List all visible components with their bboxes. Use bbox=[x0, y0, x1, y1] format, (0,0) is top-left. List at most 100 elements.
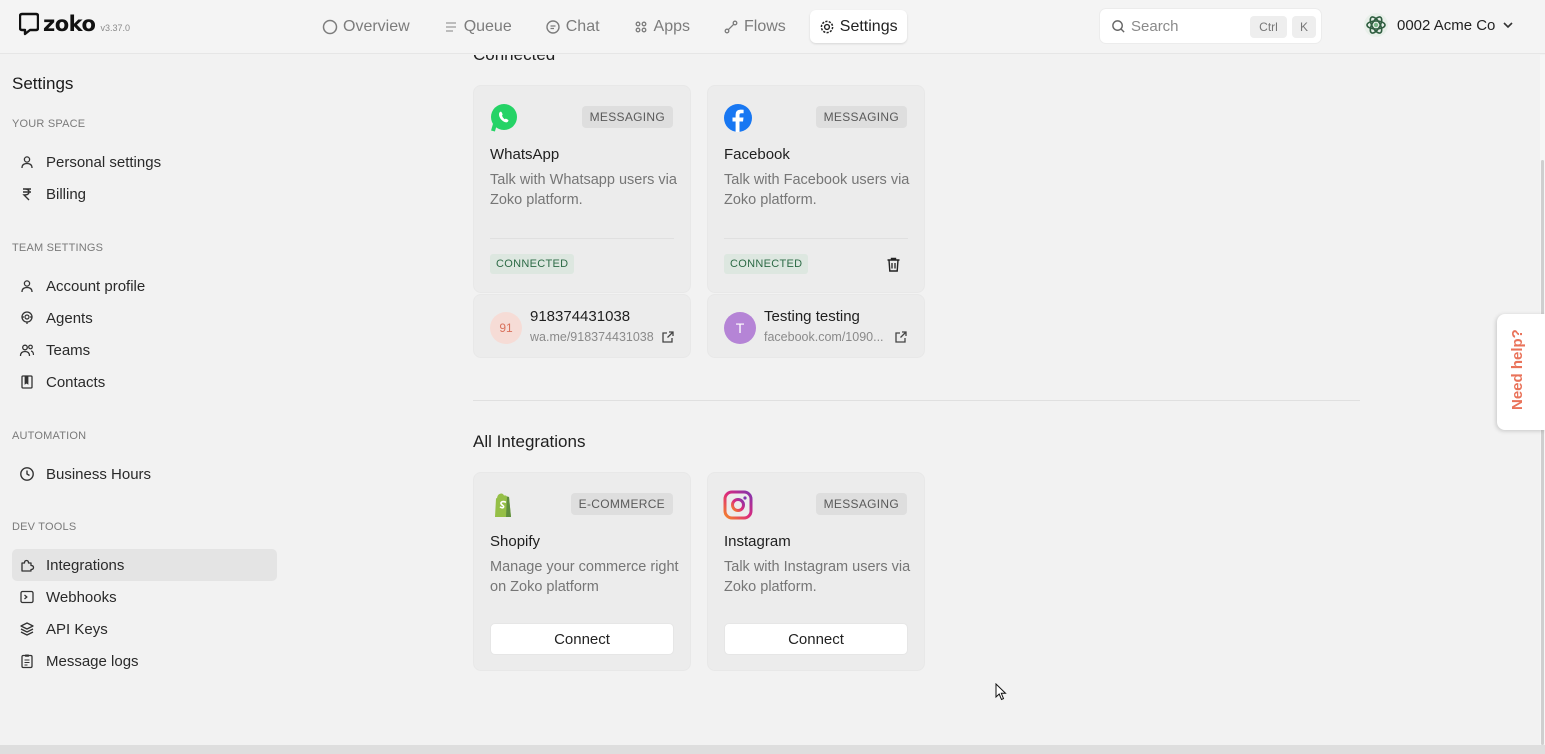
facebook-account-row[interactable]: T Testing testing facebook.com/1090... bbox=[707, 294, 925, 358]
integration-name: Facebook bbox=[724, 146, 790, 163]
sidebar-title: Settings bbox=[12, 74, 74, 93]
sidebar-item-label: API Keys bbox=[46, 620, 108, 638]
instagram-icon bbox=[723, 490, 753, 520]
sidebar-item-label: Agents bbox=[46, 309, 93, 327]
nav-queue[interactable]: Queue bbox=[434, 10, 521, 43]
account-link[interactable]: facebook.com/1090... bbox=[764, 330, 884, 344]
integration-description: Talk with Facebook users via Zoko platfo… bbox=[724, 172, 910, 208]
nav-overview[interactable]: Overview bbox=[313, 10, 419, 43]
user-icon bbox=[21, 280, 33, 293]
clock-icon bbox=[20, 467, 34, 481]
sidebar-item-personal-settings[interactable]: Personal settings bbox=[12, 146, 277, 178]
trash-icon[interactable] bbox=[885, 256, 902, 273]
rupee-icon bbox=[22, 188, 31, 201]
integration-description: Manage your commerce right on Zoko platf… bbox=[490, 559, 679, 595]
sidebar-item-label: Contacts bbox=[46, 373, 106, 391]
account-name: Testing testing bbox=[764, 308, 860, 325]
shopify-icon bbox=[495, 493, 511, 517]
gear-icon bbox=[820, 20, 834, 33]
facebook-card[interactable]: MESSAGING Facebook Talk with Facebook us… bbox=[707, 85, 925, 293]
sidebar-item-label: Integrations bbox=[46, 556, 125, 574]
sidebar-item-agents[interactable]: Agents bbox=[12, 302, 277, 334]
puzzle-icon bbox=[21, 559, 35, 572]
agent-icon bbox=[21, 311, 33, 324]
flows-icon bbox=[724, 20, 738, 33]
account-link[interactable]: wa.me/918374431038 bbox=[530, 330, 654, 344]
sidebar-item-account-profile[interactable]: Account profile bbox=[12, 270, 277, 302]
layers-icon bbox=[20, 622, 34, 636]
section-dev-tools: DEV TOOLS bbox=[12, 521, 77, 533]
mouse-cursor-icon bbox=[995, 683, 1007, 701]
nav-label: Queue bbox=[463, 17, 512, 35]
chevron-down-icon bbox=[1503, 22, 1513, 29]
bottom-scrollbar[interactable] bbox=[0, 745, 1545, 754]
external-link-icon[interactable] bbox=[894, 330, 908, 344]
sidebar-item-contacts[interactable]: Contacts bbox=[12, 366, 277, 398]
nav-label: Chat bbox=[565, 17, 600, 35]
queue-icon bbox=[445, 21, 456, 32]
card-divider bbox=[490, 238, 674, 239]
facebook-icon bbox=[724, 104, 752, 132]
main-nav: Overview Queue Chat Apps Flows Settings bbox=[313, 10, 922, 43]
nav-label: Overview bbox=[343, 17, 410, 35]
top-bar: zoko v3.37.0 Overview Queue Chat Apps Fl… bbox=[0, 0, 1545, 54]
search-input[interactable] bbox=[1131, 17, 1251, 35]
account-name: 0002 Acme Co bbox=[1397, 16, 1496, 34]
user-icon bbox=[21, 156, 33, 169]
search-box[interactable]: Ctrl K bbox=[1099, 8, 1322, 44]
nav-label: Apps bbox=[653, 17, 690, 35]
external-link-icon[interactable] bbox=[661, 330, 675, 344]
avatar: 91 bbox=[490, 312, 522, 344]
sidebar-item-label: Teams bbox=[46, 341, 91, 359]
scrollbar-thumb[interactable] bbox=[1541, 160, 1544, 745]
sidebar-item-label: Message logs bbox=[46, 652, 139, 670]
category-tag: E-COMMERCE bbox=[570, 493, 673, 515]
avatar: T bbox=[724, 312, 756, 344]
sidebar-item-label: Account profile bbox=[46, 277, 146, 295]
nav-settings[interactable]: Settings bbox=[809, 10, 907, 43]
shortcut-k: K bbox=[1292, 16, 1316, 38]
sidebar-item-billing[interactable]: Billing bbox=[12, 178, 277, 210]
sidebar-item-api-keys[interactable]: API Keys bbox=[12, 613, 277, 645]
whatsapp-account-row[interactable]: 91 918374431038 wa.me/918374431038 bbox=[473, 294, 691, 358]
shortcut-ctrl: Ctrl bbox=[1250, 16, 1287, 38]
section-your-space: YOUR SPACE bbox=[12, 118, 86, 130]
sidebar-item-label: Business Hours bbox=[46, 465, 152, 483]
shopify-connect-button[interactable]: Connect bbox=[490, 623, 674, 655]
sidebar-item-webhooks[interactable]: Webhooks bbox=[12, 581, 277, 613]
account-avatar-icon bbox=[1364, 13, 1388, 37]
integration-description: Talk with Whatsapp users via Zoko platfo… bbox=[490, 172, 677, 208]
account-number: 918374431038 bbox=[530, 308, 631, 325]
nav-label: Settings bbox=[839, 17, 898, 35]
settings-sidebar: Settings YOUR SPACE Personal settings Bi… bbox=[0, 55, 290, 754]
sidebar-item-message-logs[interactable]: Message logs bbox=[12, 645, 277, 677]
connected-status-badge: CONNECTED bbox=[490, 254, 575, 274]
category-tag: MESSAGING bbox=[581, 106, 673, 128]
shopify-card[interactable]: E-COMMERCE Shopify Manage your commerce … bbox=[473, 472, 691, 671]
instagram-card[interactable]: MESSAGING Instagram Talk with Instagram … bbox=[707, 472, 925, 671]
integration-name: WhatsApp bbox=[490, 146, 560, 163]
sidebar-item-integrations[interactable]: Integrations bbox=[12, 549, 277, 581]
whatsapp-icon bbox=[491, 104, 517, 132]
connected-status-badge: CONNECTED bbox=[724, 254, 809, 274]
nav-apps[interactable]: Apps bbox=[624, 10, 699, 43]
nav-flows[interactable]: Flows bbox=[714, 10, 795, 43]
app-logo[interactable]: zoko v3.37.0 bbox=[19, 12, 130, 36]
sidebar-item-teams[interactable]: Teams bbox=[12, 334, 277, 366]
need-help-label: Need help? bbox=[1509, 329, 1526, 410]
integrations-page: Connected MESSAGING WhatsApp Talk with W… bbox=[290, 55, 1540, 745]
integration-description: Talk with Instagram users via Zoko platf… bbox=[724, 559, 911, 595]
app-name: zoko bbox=[43, 12, 96, 36]
all-integrations-title: All Integrations bbox=[473, 432, 586, 451]
card-divider bbox=[724, 238, 908, 239]
whatsapp-card[interactable]: MESSAGING WhatsApp Talk with Whatsapp us… bbox=[473, 85, 691, 293]
sidebar-item-label: Webhooks bbox=[46, 588, 117, 606]
need-help-tab[interactable]: Need help? bbox=[1497, 314, 1545, 430]
section-divider bbox=[473, 400, 1360, 401]
section-automation: AUTOMATION bbox=[12, 430, 87, 442]
account-switcher[interactable]: 0002 Acme Co bbox=[1363, 12, 1515, 38]
sidebar-item-business-hours[interactable]: Business Hours bbox=[12, 458, 277, 490]
nav-chat[interactable]: Chat bbox=[536, 10, 609, 43]
category-tag: MESSAGING bbox=[815, 493, 907, 515]
instagram-connect-button[interactable]: Connect bbox=[724, 623, 908, 655]
